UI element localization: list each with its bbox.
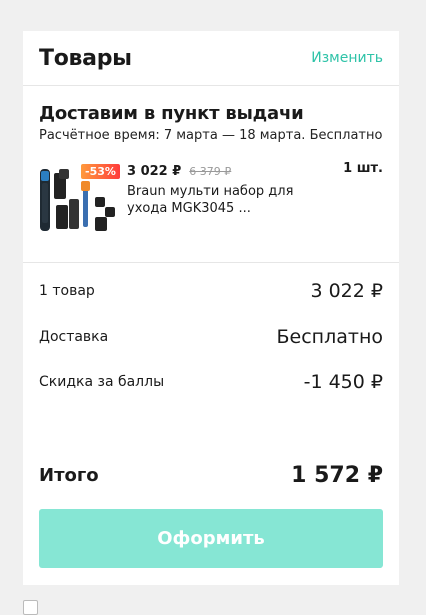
points-discount-label: Скидка за баллы — [39, 374, 165, 390]
product-item[interactable]: -53% 3 022 ₽ 6 379 ₽ Braun мульти набор … — [39, 161, 383, 241]
total-row: Итого 1 572 ₽ — [39, 461, 383, 489]
product-old-price: 6 379 ₽ — [189, 165, 232, 178]
edit-link[interactable]: Изменить — [311, 50, 383, 66]
card-header: Товары Изменить — [39, 45, 383, 71]
points-discount-value: -1 450 ₽ — [303, 371, 383, 393]
agreement-checkbox[interactable] — [23, 600, 38, 615]
product-quantity: 1 шт. — [343, 161, 383, 176]
summary-delivery-row: Доставка Бесплатно — [39, 325, 383, 349]
page-title: Товары — [39, 45, 132, 71]
divider — [23, 262, 399, 263]
product-name[interactable]: Braun мульти набор для ухода MGK3045 ... — [127, 183, 327, 217]
delivery-title: Доставим в пункт выдачи — [39, 103, 304, 124]
delivery-subtitle: Расчётное время: 7 марта — 18 марта. Бес… — [39, 128, 383, 143]
cart-summary-card: Товары Изменить Доставим в пункт выдачи … — [23, 31, 399, 585]
delivery-label: Доставка — [39, 329, 109, 345]
delivery-value: Бесплатно — [276, 326, 384, 348]
total-label: Итого — [39, 464, 99, 486]
price-row: 3 022 ₽ 6 379 ₽ — [127, 164, 231, 179]
total-value: 1 572 ₽ — [291, 462, 383, 488]
items-value: 3 022 ₽ — [310, 280, 383, 302]
product-price: 3 022 ₽ — [127, 164, 182, 179]
discount-badge: -53% — [81, 164, 120, 179]
items-label: 1 товар — [39, 283, 95, 299]
summary-items-row: 1 товар 3 022 ₽ — [39, 279, 383, 303]
checkout-button[interactable]: Оформить — [39, 509, 383, 568]
summary-discount-row: Скидка за баллы -1 450 ₽ — [39, 370, 383, 394]
divider — [23, 85, 399, 86]
